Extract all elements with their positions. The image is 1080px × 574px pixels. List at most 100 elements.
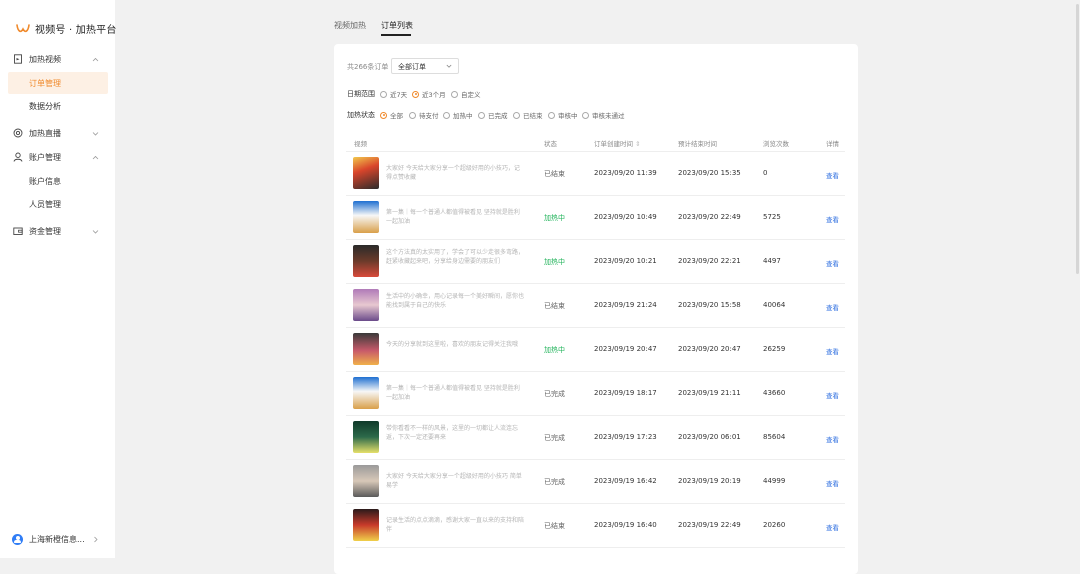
- status-option-all[interactable]: 全部: [380, 110, 403, 120]
- video-title: 大家好 今天给大家分享一个超级好用的小技巧，记得点赞收藏: [386, 165, 520, 181]
- video-title: 记录生活的点点滴滴，感谢大家一直以来的支持和陪伴: [386, 517, 524, 533]
- nav-item-label: 人员管理: [29, 199, 61, 209]
- view-detail-link[interactable]: 查看: [826, 522, 839, 532]
- heat-status-label: 加热状态: [347, 111, 375, 119]
- view-count: 4497: [763, 257, 781, 265]
- table-divider: [346, 547, 845, 548]
- chevron-down-icon: [92, 229, 99, 234]
- radio-label: 近7天: [390, 91, 408, 99]
- radio-label: 近3个月: [422, 91, 446, 99]
- nav-group-label: 资金管理: [29, 226, 61, 236]
- avatar: [12, 533, 23, 545]
- created-time: 2023/09/19 18:17: [594, 389, 657, 397]
- nav-group-live-heat[interactable]: 加热直播: [0, 122, 115, 144]
- chevron-down-icon: [92, 131, 99, 136]
- view-count: 0: [763, 169, 768, 177]
- radio-label: 已完成: [488, 112, 508, 120]
- table-row: 带你看看不一样的风景，这里的一切都让人流连忘返，下次一定还要再来 已完成 202…: [346, 415, 845, 459]
- nav-item-member-management[interactable]: 人员管理: [0, 193, 115, 215]
- view-detail-link[interactable]: 查看: [826, 390, 839, 400]
- nav-group-account[interactable]: 账户管理: [0, 146, 115, 168]
- end-time: 2023/09/19 22:49: [678, 521, 741, 529]
- date-range-label: 日期范围: [347, 90, 375, 98]
- view-count: 85604: [763, 433, 786, 441]
- status-option-reviewing[interactable]: 审核中: [548, 110, 578, 120]
- end-time: 2023/09/20 15:35: [678, 169, 741, 177]
- nav-group-label: 加热视频: [29, 54, 61, 64]
- video-thumbnail[interactable]: [353, 157, 379, 189]
- video-thumbnail[interactable]: [353, 509, 379, 541]
- video-thumbnail[interactable]: [353, 201, 379, 233]
- account-switcher[interactable]: 上海新橙信息...: [12, 530, 107, 548]
- video-title: 这个方法真的太实用了，学会了可以少走很多弯路，赶紧收藏起来吧，分享给身边需要的朋…: [386, 249, 524, 265]
- table-row: 记录生活的点点滴滴，感谢大家一直以来的支持和陪伴 已结束 2023/09/19 …: [346, 503, 845, 547]
- brand: 视频号 · 加热平台: [16, 21, 117, 36]
- radio-icon: [380, 90, 387, 98]
- radio-label: 自定义: [461, 91, 481, 99]
- view-count: 40064: [763, 301, 786, 309]
- radio-label: 审核中: [558, 112, 578, 120]
- video-thumbnail[interactable]: [353, 289, 379, 321]
- view-detail-link[interactable]: 查看: [826, 302, 839, 312]
- date-option-7d[interactable]: 近7天: [380, 89, 407, 99]
- view-count: 44999: [763, 477, 786, 485]
- column-header-status: 状态: [544, 140, 557, 148]
- radio-checked-icon: [380, 111, 387, 119]
- page-scrollbar[interactable]: [1076, 4, 1079, 274]
- tab-active-indicator: [381, 34, 411, 36]
- nav-item-account-info[interactable]: 账户信息: [0, 170, 115, 192]
- created-time: 2023/09/20 11:39: [594, 169, 657, 177]
- radio-label: 全部: [390, 112, 403, 120]
- date-option-3m[interactable]: 近3个月: [412, 89, 446, 99]
- account-name: 上海新橙信息...: [29, 534, 85, 544]
- document-icon: [14, 54, 22, 64]
- radio-icon: [478, 111, 485, 119]
- nav-item-data-analysis[interactable]: 数据分析: [0, 95, 115, 117]
- status-option-ended[interactable]: 已结束: [513, 110, 543, 120]
- table-row: 大家好 今天给大家分享一个超级好用的小技巧 简单易学 已完成 2023/09/1…: [346, 459, 845, 503]
- video-thumbnail[interactable]: [353, 421, 379, 453]
- video-title: 大家好 今天给大家分享一个超级好用的小技巧 简单易学: [386, 473, 522, 489]
- tab-video-heat[interactable]: 视频加热: [334, 20, 366, 31]
- order-type-select[interactable]: 全部订单: [391, 58, 459, 74]
- video-thumbnail[interactable]: [353, 333, 379, 365]
- view-count: 26259: [763, 345, 786, 353]
- radio-icon: [513, 111, 520, 119]
- end-time: 2023/09/19 20:19: [678, 477, 741, 485]
- status-text: 加热中: [544, 214, 565, 222]
- table-row: 生活中的小确幸，用心记录每一个美好瞬间，愿你也能找到属于自己的快乐 已结束 20…: [346, 283, 845, 327]
- created-time: 2023/09/19 21:24: [594, 301, 657, 309]
- date-option-custom[interactable]: 自定义: [451, 89, 481, 99]
- chevron-up-icon: [92, 155, 99, 159]
- view-detail-link[interactable]: 查看: [826, 170, 839, 180]
- select-value: 全部订单: [398, 63, 426, 71]
- table-row: 今天的分享就到这里啦，喜欢的朋友记得关注我哦 加热中 2023/09/19 20…: [346, 327, 845, 371]
- end-time: 2023/09/20 20:47: [678, 345, 741, 353]
- created-time: 2023/09/19 16:40: [594, 521, 657, 529]
- video-title: 第一集｜每一个普通人都值得被看见 坚持就是胜利 一起加油: [386, 209, 520, 225]
- status-text: 已结束: [544, 522, 565, 530]
- view-detail-link[interactable]: 查看: [826, 214, 839, 224]
- nav-item-order-management[interactable]: 订单管理: [8, 72, 108, 94]
- video-thumbnail[interactable]: [353, 377, 379, 409]
- view-detail-link[interactable]: 查看: [826, 478, 839, 488]
- column-header-created[interactable]: 订单创建时间 ⇕: [594, 138, 641, 148]
- view-detail-link[interactable]: 查看: [826, 346, 839, 356]
- nav-group-video-heat[interactable]: 加热视频: [0, 48, 115, 70]
- brand-title: 视频号 · 加热平台: [35, 25, 117, 36]
- radio-icon: [409, 111, 416, 119]
- status-option-completed[interactable]: 已完成: [478, 110, 508, 120]
- view-detail-link[interactable]: 查看: [826, 258, 839, 268]
- video-thumbnail[interactable]: [353, 245, 379, 277]
- radio-icon: [451, 90, 458, 98]
- status-option-rejected[interactable]: 审核未通过: [582, 110, 625, 120]
- sidebar: 视频号 · 加热平台 加热视频 订单管理 数据分析 加热直播 账户管理 账户信息…: [0, 0, 117, 558]
- radio-label: 已结束: [523, 112, 543, 120]
- video-thumbnail[interactable]: [353, 465, 379, 497]
- nav-group-funds[interactable]: 资金管理: [0, 220, 115, 242]
- created-time: 2023/09/19 16:42: [594, 477, 657, 485]
- view-detail-link[interactable]: 查看: [826, 434, 839, 444]
- tab-order-list[interactable]: 订单列表: [381, 20, 413, 31]
- status-option-pending-payment[interactable]: 待支付: [409, 110, 439, 120]
- status-option-heating[interactable]: 加热中: [443, 110, 473, 120]
